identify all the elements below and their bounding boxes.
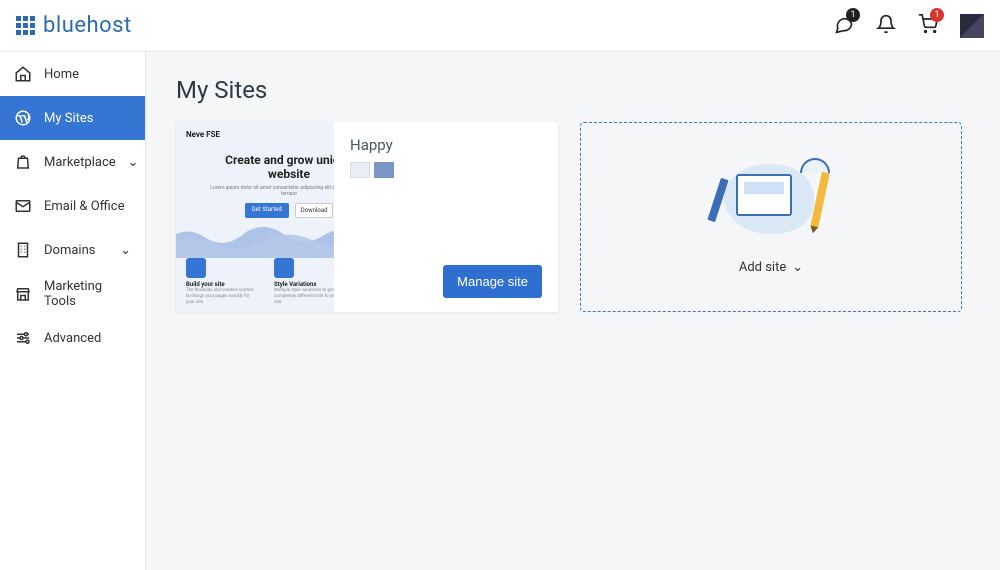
sidebar-item-marketing[interactable]: Marketing Tools bbox=[0, 272, 145, 316]
sidebar-item-my-sites[interactable]: My Sites bbox=[0, 96, 145, 140]
sidebar-item-label: Domains bbox=[44, 243, 95, 258]
topbar-right: 1 1 bbox=[834, 14, 984, 38]
sidebar-item-marketplace[interactable]: Marketplace ⌄ bbox=[0, 140, 145, 184]
brand-grid-icon bbox=[16, 16, 35, 35]
sidebar-item-label: Advanced bbox=[44, 331, 101, 346]
bag-icon bbox=[14, 153, 32, 171]
preview-cta-secondary: Download bbox=[295, 203, 334, 218]
chevron-down-icon: ⌄ bbox=[120, 243, 131, 258]
swatch[interactable] bbox=[350, 162, 370, 178]
sidebar-item-advanced[interactable]: Advanced bbox=[0, 316, 145, 360]
sidebar-item-label: My Sites bbox=[44, 111, 93, 126]
cart-icon[interactable]: 1 bbox=[918, 14, 938, 38]
preview-cta-primary: Get Started bbox=[245, 203, 289, 218]
building-icon bbox=[14, 241, 32, 259]
site-name: Happy bbox=[350, 136, 542, 154]
brand[interactable]: bluehost bbox=[16, 13, 132, 38]
chat-badge: 1 bbox=[846, 8, 860, 22]
color-swatches bbox=[350, 162, 542, 178]
sidebar-item-domains[interactable]: Domains ⌄ bbox=[0, 228, 145, 272]
preview-mountains bbox=[176, 218, 334, 258]
site-preview[interactable]: Neve FSE Create and grow unique website … bbox=[176, 122, 334, 312]
sidebar-item-home[interactable]: Home bbox=[0, 52, 145, 96]
content: My Sites Neve FSE Create and grow unique… bbox=[146, 52, 1000, 570]
preview-headline: Create and grow unique website bbox=[204, 154, 334, 182]
cart-badge: 1 bbox=[930, 8, 944, 22]
sliders-icon bbox=[14, 329, 32, 347]
preview-sub: Lorem ipsum dolor sit amet consectetur a… bbox=[204, 185, 334, 197]
home-icon bbox=[14, 65, 32, 83]
sidebar-item-label: Home bbox=[44, 67, 79, 82]
storefront-icon bbox=[14, 285, 32, 303]
add-site-label: Add site ⌄ bbox=[739, 260, 803, 275]
topbar: bluehost 1 1 bbox=[0, 0, 1000, 52]
sidebar-item-label: Marketing Tools bbox=[44, 279, 131, 309]
preview-theme-label: Neve FSE bbox=[186, 130, 220, 139]
wordpress-icon bbox=[14, 109, 32, 127]
mail-icon bbox=[14, 197, 32, 215]
brand-word: bluehost bbox=[43, 13, 132, 38]
swatch[interactable] bbox=[374, 162, 394, 178]
manage-site-button[interactable]: Manage site bbox=[443, 265, 542, 298]
add-site-card[interactable]: Add site ⌄ bbox=[580, 122, 962, 312]
chevron-down-icon: ⌄ bbox=[792, 260, 803, 275]
sidebar: Home My Sites Marketplace ⌄ Email & Offi… bbox=[0, 52, 146, 570]
sidebar-item-email[interactable]: Email & Office bbox=[0, 184, 145, 228]
cards-row: Neve FSE Create and grow unique website … bbox=[176, 122, 970, 312]
page-title: My Sites bbox=[176, 76, 970, 104]
bell-icon[interactable] bbox=[876, 14, 896, 38]
avatar[interactable] bbox=[960, 14, 984, 38]
site-card: Neve FSE Create and grow unique website … bbox=[176, 122, 558, 312]
preview-feature: Build your site The flexibility and crea… bbox=[186, 258, 256, 306]
sidebar-item-label: Marketplace bbox=[44, 155, 116, 170]
add-site-illustration bbox=[716, 160, 826, 238]
sidebar-item-label: Email & Office bbox=[44, 199, 124, 214]
preview-feature: Style Variations Multiple style variatio… bbox=[274, 258, 334, 306]
chevron-down-icon: ⌄ bbox=[128, 155, 139, 170]
chat-icon[interactable]: 1 bbox=[834, 14, 854, 38]
